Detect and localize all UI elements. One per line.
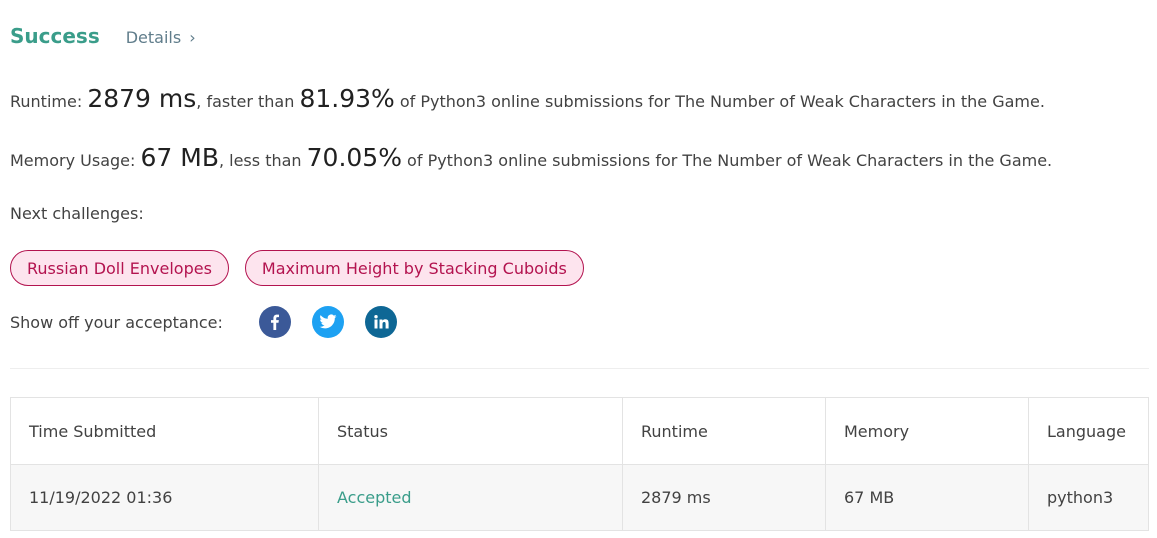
memory-suffix: of Python3 online submissions for The Nu… [401, 151, 1053, 170]
table-header-row: Time Submitted Status Runtime Memory Lan… [10, 397, 1149, 465]
memory-summary: Memory Usage: 67 MB, less than 70.05% of… [10, 143, 1052, 172]
linkedin-icon [374, 315, 389, 329]
memory-value: 67 MB [140, 143, 219, 172]
column-header-runtime: Runtime [622, 397, 826, 465]
facebook-share-button[interactable] [258, 306, 291, 338]
status-title: Success [10, 24, 100, 48]
table-row: 11/19/2022 01:36 Accepted 2879 ms 67 MB … [10, 464, 1149, 531]
cell-time-submitted: 11/19/2022 01:36 [10, 464, 319, 531]
column-header-time-submitted: Time Submitted [10, 397, 319, 465]
chevron-right-icon: › [189, 28, 196, 47]
cell-status-accepted-link[interactable]: Accepted [318, 464, 623, 531]
cell-language: python3 [1028, 464, 1149, 531]
runtime-value: 2879 ms [87, 84, 197, 113]
runtime-label: Runtime: [10, 92, 88, 111]
memory-percentile: 70.05% [306, 143, 402, 172]
next-challenges-list: Russian Doll Envelopes Maximum Height by… [10, 250, 600, 286]
column-header-memory: Memory [825, 397, 1029, 465]
twitter-icon [319, 314, 337, 329]
challenge-chip-maximum-height-stacking-cuboids[interactable]: Maximum Height by Stacking Cuboids [244, 250, 584, 286]
runtime-summary: Runtime: 2879 ms, faster than 81.93% of … [10, 84, 1045, 113]
details-link[interactable]: Details › [126, 28, 196, 47]
runtime-suffix: of Python3 online submissions for The Nu… [394, 92, 1045, 111]
submissions-table: Time Submitted Status Runtime Memory Lan… [10, 397, 1149, 531]
details-label: Details [125, 28, 182, 47]
column-header-status: Status [318, 397, 623, 465]
facebook-icon [270, 314, 279, 330]
cell-runtime: 2879 ms [622, 464, 826, 531]
share-row: Show off your acceptance: [10, 306, 418, 338]
memory-comparison: , less than [218, 151, 307, 170]
share-label: Show off your acceptance: [10, 312, 223, 332]
column-header-language: Language [1028, 397, 1149, 465]
runtime-percentile: 81.93% [299, 84, 395, 113]
section-divider [10, 368, 1149, 369]
runtime-comparison: , faster than [196, 92, 300, 111]
linkedin-share-button[interactable] [364, 306, 397, 338]
next-challenges-label: Next challenges: [10, 204, 144, 223]
cell-memory: 67 MB [825, 464, 1029, 531]
result-header: Success Details › [10, 24, 196, 48]
twitter-share-button[interactable] [311, 306, 344, 338]
challenge-chip-russian-doll-envelopes[interactable]: Russian Doll Envelopes [10, 250, 229, 286]
memory-label: Memory Usage: [10, 151, 141, 170]
